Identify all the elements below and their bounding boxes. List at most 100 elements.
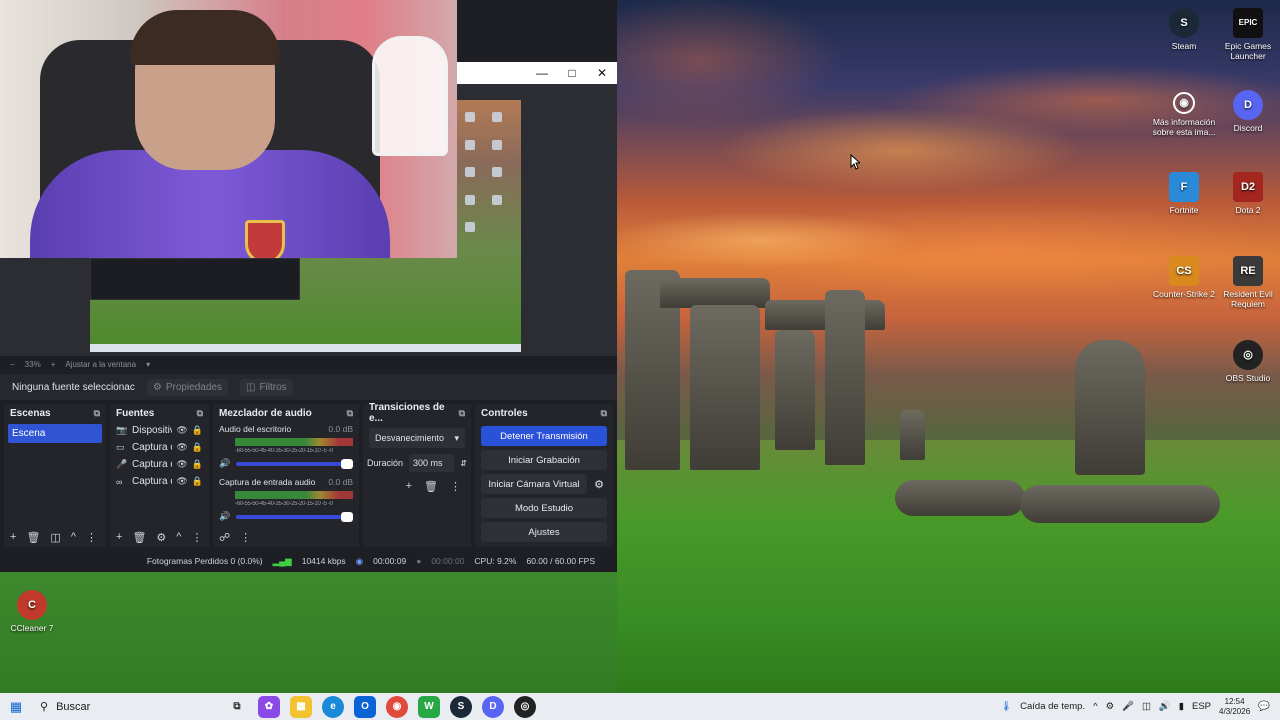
filters-button[interactable]: ◫ Filtros [240, 378, 293, 396]
volume-slider[interactable] [236, 458, 353, 469]
context-bar: Ninguna fuente seleccionac ⚙ Propiedades… [0, 374, 617, 400]
scene-item[interactable]: Escena [8, 424, 102, 443]
speaker-icon[interactable]: 🔊 [1159, 701, 1171, 712]
desktop-icon-label: Fortnite [1169, 205, 1199, 215]
chevron-up-icon[interactable]: ^ [1093, 701, 1097, 712]
start-virtual-camera-button[interactable]: Iniciar Cámara Virtual [481, 474, 587, 494]
desktop-icon-epic-games[interactable]: EPIC Epic Games Launcher [1216, 8, 1280, 61]
eye-icon[interactable]: 👁 [176, 476, 187, 487]
zoom-in-icon[interactable]: + [51, 360, 56, 369]
eye-icon[interactable]: 👁 [176, 442, 187, 453]
desktop-icon-obs[interactable]: ◎ OBS Studio [1216, 340, 1280, 383]
fit-window-label[interactable]: Ajustar a la ventana [65, 360, 136, 369]
desktop-icon-steam[interactable]: S Steam [1152, 8, 1216, 51]
desktop-icon-dota2[interactable]: D2 Dota 2 [1216, 172, 1280, 215]
volume-slider[interactable] [236, 511, 353, 522]
chrome-icon[interactable]: ◉ [386, 695, 408, 718]
trash-icon[interactable]: 🗑 [424, 480, 438, 493]
network-icon[interactable]: ◫ [1142, 701, 1151, 712]
file-explorer-icon[interactable]: ▦ [290, 695, 312, 718]
search-box[interactable]: ⚲ Buscar [32, 693, 222, 720]
window-titlebar[interactable]: — □ ✕ [457, 62, 617, 84]
desktop-icon-discord[interactable]: D Discord [1216, 90, 1280, 133]
obs-icon[interactable]: ◎ [514, 695, 536, 718]
gear-icon[interactable]: ⚙ [156, 531, 166, 544]
weather-text[interactable]: Caída de temp. [1020, 701, 1085, 712]
edge-icon[interactable]: e [322, 695, 344, 718]
undock-icon[interactable]: ⧉ [601, 408, 607, 419]
source-item[interactable]: 🎤 Captura d 👁 🔒 [110, 456, 209, 473]
lock-icon[interactable]: 🔒 [192, 476, 203, 487]
microphone-icon[interactable]: 🎤 [1122, 701, 1134, 712]
settings-button[interactable]: Ajustes [481, 522, 607, 542]
desktop-icon-spotlight[interactable]: ◉ Más información sobre esta ima... [1152, 92, 1216, 137]
trash-icon[interactable]: 🗑 [132, 531, 146, 544]
undock-icon[interactable]: ⧉ [197, 408, 203, 419]
chevron-up-icon[interactable]: ^ [176, 531, 181, 543]
source-item[interactable]: ∞ Captura d 👁 🔒 [110, 473, 209, 490]
task-view-icon[interactable]: ⧉ [226, 696, 248, 718]
properties-button[interactable]: ⚙ Propiedades [146, 378, 228, 396]
outlook-icon[interactable]: O [354, 695, 376, 718]
add-icon[interactable]: + [10, 531, 16, 543]
eye-icon[interactable]: 👁 [176, 425, 187, 436]
fps: 60.00 / 60.00 FPS [526, 556, 595, 566]
close-icon[interactable]: ✕ [587, 62, 617, 84]
lock-icon[interactable]: 🔒 [192, 442, 203, 453]
undock-icon[interactable]: ⧉ [347, 408, 353, 419]
stop-streaming-button[interactable]: Detener Transmisión [481, 426, 607, 446]
duration-input[interactable]: 300 ms [409, 454, 455, 472]
weather-icon[interactable]: 🌡 [1000, 701, 1012, 712]
cpu-usage: CPU: 9.2% [474, 556, 517, 566]
gear-icon: ⚙ [152, 381, 162, 393]
undock-icon[interactable]: ⧉ [94, 408, 100, 419]
link-icon[interactable]: ☍ [219, 531, 230, 544]
trash-icon[interactable]: 🗑 [26, 531, 40, 544]
chevron-down-icon: ▾ [454, 432, 459, 443]
audio-mixer-dock: Mezclador de audio ⧉ Audio del escritori… [213, 404, 359, 547]
undock-icon[interactable]: ⧉ [459, 408, 465, 419]
whatsapp-icon[interactable]: W [418, 695, 440, 718]
transitions-title: Transiciones de e... [369, 402, 445, 424]
chevron-down-icon[interactable]: ▾ [146, 360, 150, 369]
transition-select[interactable]: Desvanecimiento ▾ [369, 428, 465, 448]
more-icon[interactable]: ⋮ [191, 531, 202, 544]
filter-icon[interactable]: ◫ [50, 531, 60, 544]
source-item[interactable]: 📷 Dispositiv 👁 🔒 [110, 422, 209, 439]
language-indicator[interactable]: ESP [1192, 701, 1211, 712]
windows-start-icon[interactable]: ▦ [0, 693, 32, 720]
discord-icon[interactable]: D [482, 695, 504, 718]
add-icon[interactable]: + [406, 480, 412, 493]
webcam-feed[interactable] [0, 0, 457, 258]
maximize-icon[interactable]: □ [557, 62, 587, 84]
source-item[interactable]: ▭ Captura d 👁 🔒 [110, 439, 209, 456]
volume-slider-knob[interactable] [341, 511, 353, 522]
volume-slider-knob[interactable] [341, 458, 353, 469]
eye-icon[interactable]: 👁 [176, 459, 187, 470]
clock[interactable]: 12:54 4/3/2026 [1219, 697, 1250, 717]
minimize-icon[interactable]: — [527, 62, 557, 84]
desktop-icon-resident-evil[interactable]: RE Resident Evil Requiem [1216, 256, 1280, 309]
steam-icon[interactable]: S [450, 695, 472, 718]
speaker-icon[interactable]: 🔊 [219, 458, 230, 469]
chevron-up-icon[interactable]: ^ [71, 531, 76, 543]
battery-icon[interactable]: ▮ [1179, 701, 1184, 712]
add-icon[interactable]: + [116, 531, 122, 543]
lock-icon[interactable]: 🔒 [192, 425, 203, 436]
usb-icon[interactable]: ⚙ [1106, 701, 1115, 712]
desktop-icon-fortnite[interactable]: F Fortnite [1152, 172, 1216, 215]
studio-mode-button[interactable]: Modo Estudio [481, 498, 607, 518]
gear-icon[interactable]: ⚙ [591, 478, 607, 491]
desktop-icon-counter-strike[interactable]: CS Counter-Strike 2 [1152, 256, 1216, 299]
speaker-icon[interactable]: 🔊 [219, 511, 230, 522]
more-icon[interactable]: ⋮ [86, 531, 97, 544]
more-icon[interactable]: ⋮ [240, 531, 251, 544]
notification-icon[interactable]: 💬 [1258, 701, 1270, 712]
zoom-out-icon[interactable]: − [10, 360, 15, 369]
more-icon[interactable]: ⋮ [450, 480, 461, 493]
copilot-icon[interactable]: ✿ [258, 695, 280, 718]
desktop-icon-ccleaner[interactable]: C CCleaner 7 [0, 590, 64, 633]
spinner-icon[interactable]: ⇵ [460, 459, 467, 468]
start-recording-button[interactable]: Iniciar Grabación [481, 450, 607, 470]
lock-icon[interactable]: 🔒 [192, 459, 203, 470]
